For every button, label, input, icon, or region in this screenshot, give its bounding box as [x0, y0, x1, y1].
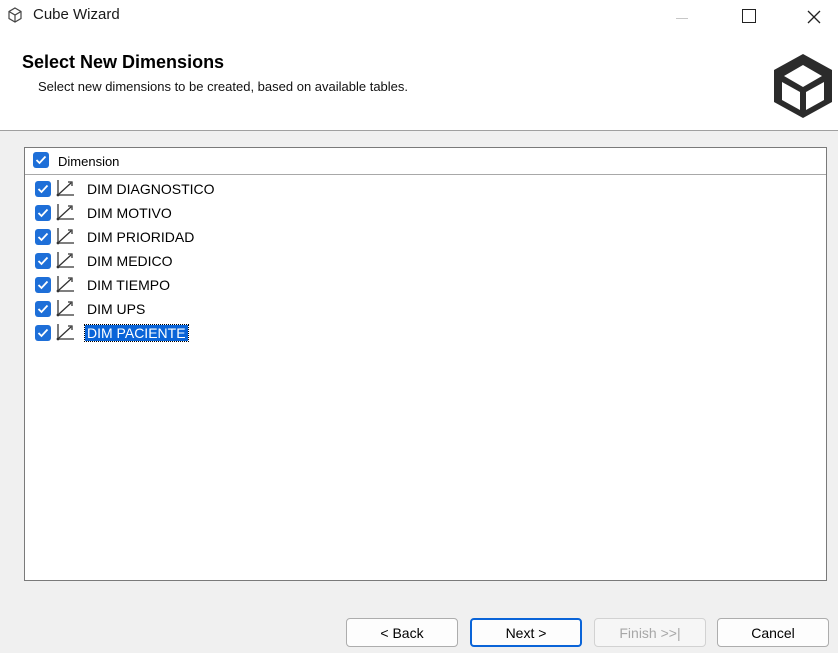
dimension-label: DIM TIEMPO [87, 277, 170, 293]
list-item[interactable]: DIM UPS [25, 296, 826, 320]
page-subtitle: Select new dimensions to be created, bas… [38, 79, 409, 94]
list-item[interactable]: DIM MOTIVO [25, 200, 826, 224]
wizard-header: Select New Dimensions Select new dimensi… [0, 36, 838, 130]
dimension-icon [56, 180, 74, 197]
next-button[interactable]: Next > [470, 618, 582, 647]
finish-button: Finish >>| [594, 618, 706, 647]
dimension-icon [56, 204, 74, 221]
maximize-button[interactable] [730, 0, 776, 36]
dimension-label: DIM PACIENTE [84, 324, 189, 342]
dimension-label: DIM DIAGNOSTICO [87, 181, 215, 197]
wizard-content: Dimension DIM DIAGNOSTICO DIM MOTIVO DIM P… [0, 131, 838, 594]
check-icon [37, 256, 49, 266]
title-bar: Cube Wizard [0, 0, 838, 36]
dimension-checkbox[interactable] [35, 277, 51, 293]
dimension-label: DIM MOTIVO [87, 205, 172, 221]
check-icon [37, 232, 49, 242]
cancel-button[interactable]: Cancel [717, 618, 829, 647]
dimension-checkbox[interactable] [35, 301, 51, 317]
dimension-list: DIM DIAGNOSTICO DIM MOTIVO DIM PRIORIDAD DI… [25, 176, 826, 344]
minimize-button[interactable] [664, 0, 710, 36]
page-title: Select New Dimensions [22, 52, 225, 72]
dimension-icon [56, 228, 74, 245]
check-icon [37, 280, 49, 290]
dimension-label: DIM PRIORIDAD [87, 229, 195, 245]
dimension-checkbox[interactable] [35, 181, 51, 197]
dimension-icon [56, 276, 74, 293]
cube-logo-icon [774, 54, 832, 118]
cube-icon [8, 7, 22, 23]
dimension-checkbox[interactable] [35, 205, 51, 221]
tree-column-header: Dimension [25, 148, 826, 175]
window-title: Cube Wizard [33, 6, 120, 23]
check-icon [37, 304, 49, 314]
list-item[interactable]: DIM TIEMPO [25, 272, 826, 296]
wizard-footer: < Back Next > Finish >>| Cancel [0, 594, 838, 653]
dimension-checkbox[interactable] [35, 325, 51, 341]
list-item[interactable]: DIM MEDICO [25, 248, 826, 272]
list-item[interactable]: DIM PRIORIDAD [25, 224, 826, 248]
select-all-checkbox[interactable] [33, 152, 49, 168]
list-item[interactable]: DIM DIAGNOSTICO [25, 176, 826, 200]
list-item[interactable]: DIM PACIENTE [25, 320, 826, 344]
dimension-label: DIM UPS [87, 301, 146, 317]
dimension-checkbox[interactable] [35, 253, 51, 269]
column-header-label: Dimension [58, 154, 120, 169]
dimension-checkbox[interactable] [35, 229, 51, 245]
dimension-icon [56, 300, 74, 317]
dimension-icon [56, 252, 74, 269]
dimension-label: DIM MEDICO [87, 253, 173, 269]
check-icon [37, 328, 49, 338]
close-button[interactable] [792, 0, 838, 36]
check-icon [37, 184, 49, 194]
close-icon [807, 10, 821, 24]
check-icon [37, 208, 49, 218]
dimension-icon [56, 324, 74, 341]
dimension-tree[interactable]: Dimension DIM DIAGNOSTICO DIM MOTIVO DIM P… [24, 147, 827, 581]
back-button[interactable]: < Back [346, 618, 458, 647]
check-icon [35, 155, 47, 165]
